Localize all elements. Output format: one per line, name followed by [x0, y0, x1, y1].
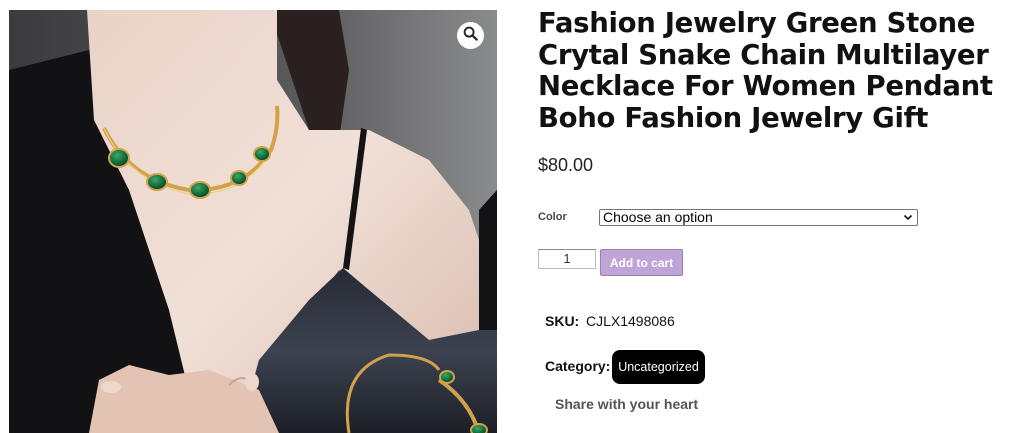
share-heading: Share with your heart	[555, 396, 699, 412]
product-image[interactable]	[9, 10, 497, 433]
color-select-value: Choose an option	[603, 209, 713, 225]
sku-value: CJLX1498086	[586, 313, 675, 329]
product-title: Fashion Jewelry Green Stone Crytal Snake…	[538, 7, 993, 135]
add-to-cart-button[interactable]: Add to cart	[600, 249, 683, 276]
quantity-input[interactable]: 1	[538, 249, 596, 269]
color-label: Color	[538, 211, 567, 223]
magnifier-icon	[463, 26, 478, 45]
product-summary: Fashion Jewelry Green Stone Crytal Snake…	[538, 7, 1018, 135]
category-label: Category:	[545, 358, 611, 374]
category-link[interactable]: Uncategorized	[612, 350, 705, 384]
product-price: $80.00	[538, 155, 594, 175]
sku-label: SKU:	[545, 313, 580, 329]
product-gallery	[9, 10, 497, 433]
chevron-down-icon	[903, 211, 913, 224]
zoom-button[interactable]	[457, 22, 484, 49]
color-select[interactable]: Choose an option	[599, 209, 918, 226]
